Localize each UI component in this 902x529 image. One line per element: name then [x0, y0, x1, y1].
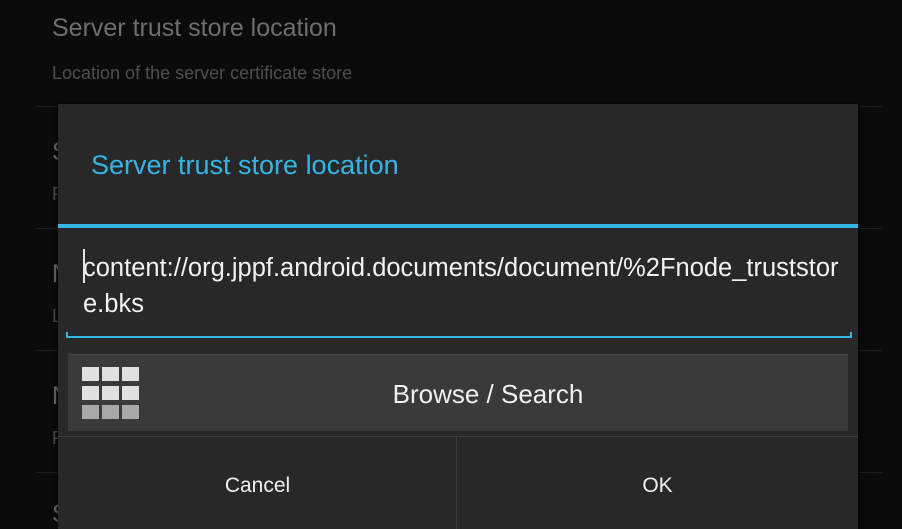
preference-item[interactable]: Server trust store location Location of …: [0, 0, 902, 104]
browse-search-label: Browse / Search: [392, 379, 584, 409]
cancel-button[interactable]: Cancel: [58, 437, 457, 529]
edit-preference-dialog: Server trust store location content://or…: [58, 104, 858, 529]
location-input[interactable]: content://org.jppf.android.documents/doc…: [66, 240, 852, 338]
dialog-title: Server trust store location: [91, 150, 399, 180]
preference-title: Server trust store location: [52, 14, 337, 42]
preference-summary: Location of the server certificate store: [52, 63, 353, 83]
input-underline: [66, 332, 852, 338]
title-divider: [58, 224, 858, 228]
location-input-text[interactable]: content://org.jppf.android.documents/doc…: [83, 250, 843, 322]
text-cursor: [83, 249, 85, 283]
button-separator: [456, 437, 457, 529]
ok-button[interactable]: OK: [458, 437, 857, 529]
browse-search-button[interactable]: Browse / Search: [68, 354, 848, 431]
dialog-button-bar: Cancel OK: [58, 436, 858, 529]
screen: Server trust store location Location of …: [0, 0, 902, 529]
